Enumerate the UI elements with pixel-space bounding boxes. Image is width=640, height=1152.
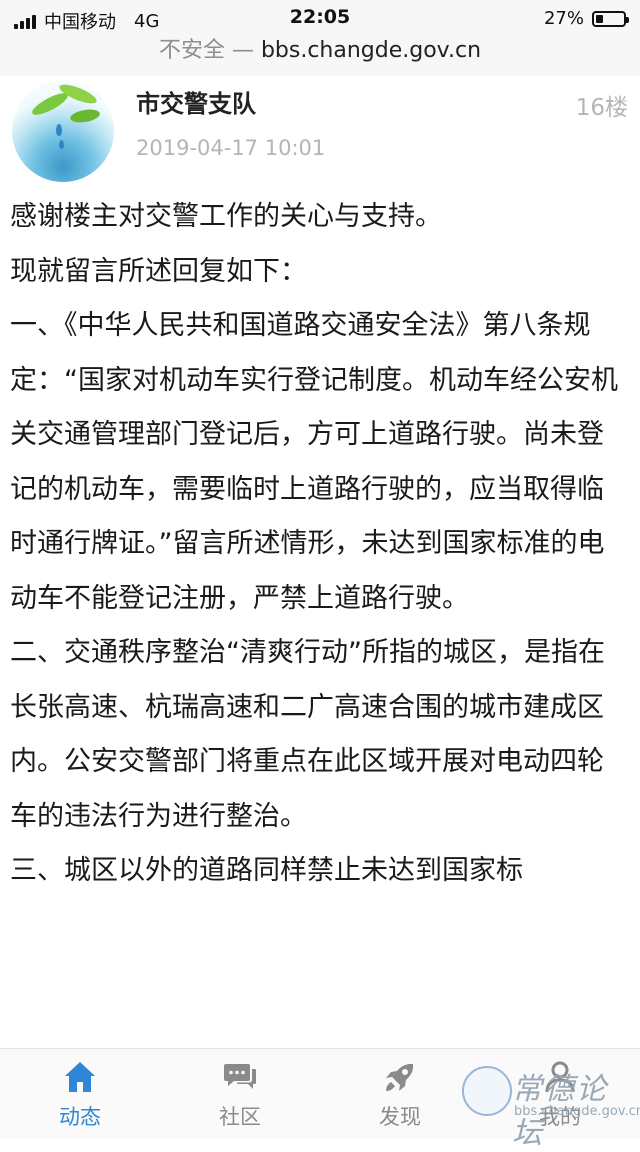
battery-percent: 27% [543, 8, 584, 29]
post-paragraph: 二、交通秩序整治“清爽行动”所指的城区，是指在长张高速、杭瑞高速和二广高速合围的… [10, 637, 605, 832]
watermark-logo-icon [462, 1066, 512, 1116]
chat-bubbles-icon [224, 1064, 256, 1089]
post-paragraph: 三、城区以外的道路同样禁止未达到国家标 [10, 855, 523, 886]
post-paragraph: 感谢楼主对交警工作的关心与支持。 [10, 201, 442, 232]
floor-number: 16楼 [575, 95, 628, 121]
tab-label: 社区 [219, 1105, 261, 1129]
watermark-url: bbs.changde.gov.cn [514, 1104, 640, 1119]
poster-name[interactable]: 市交警支队 [136, 84, 256, 119]
tab-shequ[interactable]: 社区 [160, 1049, 320, 1139]
insecure-label: 不安全 — [158, 38, 254, 63]
battery-level [596, 14, 603, 23]
address-bar[interactable]: 不安全 — bbs.changde.gov.cn [0, 36, 640, 76]
status-right: 27% [543, 8, 629, 29]
home-icon [65, 1062, 95, 1092]
site-watermark: 常德论坛 bbs.changde.gov.cn [462, 1064, 640, 1151]
url-host: bbs.changde.gov.cn [260, 38, 482, 63]
status-bar: 中国移动 4G 22:05 27% [0, 0, 640, 36]
tab-label: 发现 [379, 1105, 421, 1129]
post-content: 感谢楼主对交警工作的关心与支持。 现就留言所述回复如下： 一、《中华人民共和国道… [10, 190, 622, 899]
post-paragraph: 现就留言所述回复如下： [10, 255, 307, 287]
rocket-icon [386, 1063, 414, 1091]
post-timestamp: 2019-04-17 10:01 [136, 136, 326, 160]
avatar[interactable] [12, 80, 114, 182]
tab-faxian[interactable]: 发现 [320, 1049, 480, 1139]
tab-label: 动态 [59, 1105, 101, 1129]
post-paragraph: 一、《中华人民共和国道路交通安全法》第八条规定：“国家对机动车实行登记制度。机动… [10, 310, 618, 614]
battery-icon [592, 10, 629, 27]
tab-dongtai[interactable]: 动态 [0, 1049, 160, 1139]
